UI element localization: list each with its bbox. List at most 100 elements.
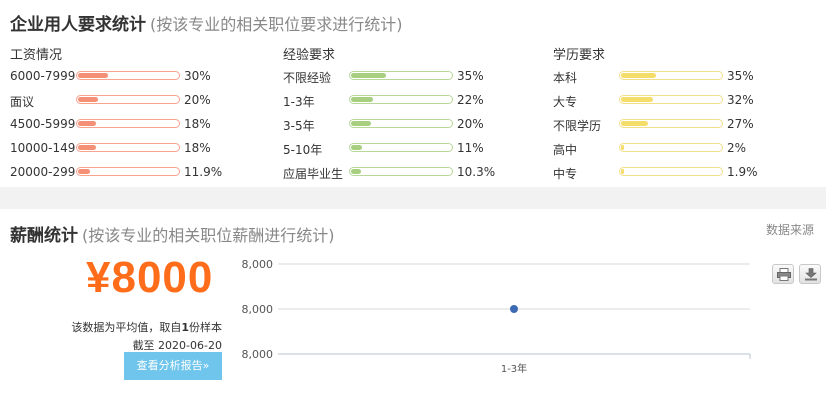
stat-row: 5-10年 11%: [283, 138, 543, 160]
stat-percent: 32%: [727, 93, 754, 107]
salary-subtitle: (按该专业的相关职位薪酬进行统计): [82, 226, 335, 245]
stat-percent: 22%: [457, 93, 484, 107]
sample-count: 1: [181, 321, 189, 334]
progress-fill: [351, 145, 362, 150]
x-tick-label: 1-3年: [501, 362, 527, 375]
stat-percent: 10.3%: [457, 165, 496, 179]
salary-title-text: 薪酬统计: [10, 226, 78, 246]
stat-percent: 35%: [727, 69, 754, 83]
column-heading: 学历要求: [553, 48, 606, 63]
progress-fill: [78, 73, 108, 78]
requirements-subtitle: (按该专业的相关职位要求进行统计): [150, 15, 403, 34]
sample-note: 该数据为平均值，取自1份样本: [71, 319, 222, 335]
stat-label: 中专: [553, 167, 578, 181]
progress-fill: [351, 73, 386, 78]
download-icon: [805, 268, 817, 281]
column-heading: 经验要求: [283, 48, 336, 63]
stat-label: 4500-5999: [10, 117, 76, 131]
column-heading: 工资情况: [10, 48, 63, 63]
salary-chart: 8,000 8,000 8,000 1-3年: [242, 258, 751, 375]
stat-row: 20000-29999 11.9%: [10, 162, 270, 184]
stat-percent: 35%: [457, 69, 484, 83]
stat-row: 不限经验 35%: [283, 66, 543, 88]
stat-row: 大专 32%: [553, 90, 813, 112]
stat-row: 不限学历 27%: [553, 114, 813, 136]
requirements-title-text: 企业用人要求统计: [10, 15, 146, 35]
stat-label: 应届毕业生: [283, 167, 344, 181]
stat-percent: 2%: [727, 141, 747, 155]
progress-track: [76, 95, 180, 104]
progress-fill: [78, 145, 96, 150]
progress-fill: [621, 169, 624, 174]
stat-row: 1-3年 22%: [283, 90, 543, 112]
stat-row: 4500-5999 18%: [10, 114, 270, 136]
stat-row: 中专 1.9%: [553, 162, 813, 184]
progress-fill: [351, 169, 362, 174]
stat-row: 应届毕业生 10.3%: [283, 162, 543, 184]
sample-note-suffix: 份样本: [189, 321, 222, 334]
column-exp: 经验要求不限经验 35% 1-3年 22% 3-5年 20% 5-10年 11% 应届毕业生 10…: [283, 44, 543, 184]
stat-row: 本科 35%: [553, 66, 813, 88]
progress-fill: [621, 97, 653, 102]
salary-title: 薪酬统计 (按该专业的相关职位薪酬进行统计): [10, 221, 335, 246]
stat-percent: 11%: [457, 141, 484, 155]
stat-label: 6000-7999: [10, 69, 76, 83]
progress-fill: [78, 97, 98, 102]
requirements-section: 企业用人要求统计 (按该专业的相关职位要求进行统计) 工资情况 6000-7999 3…: [0, 0, 826, 187]
stat-label: 不限经验: [283, 71, 332, 85]
stat-percent: 27%: [727, 117, 754, 131]
stat-label: 大专: [553, 95, 578, 109]
column-salary: 工资情况 6000-7999 30% 面议 20% 4500-5999 18% 10000-1…: [10, 44, 270, 184]
stat-percent: 18%: [184, 141, 211, 155]
progress-track: [619, 119, 723, 128]
stat-label: 本科: [553, 71, 578, 85]
y-tick-label: 8,000: [242, 348, 274, 361]
stat-percent: 1.9%: [727, 165, 758, 179]
stat-row: 3-5年 20%: [283, 114, 543, 136]
average-salary-value: ¥8000: [86, 253, 214, 302]
progress-track: [349, 119, 453, 128]
progress-track: [76, 71, 180, 80]
progress-fill: [78, 169, 90, 174]
salary-section: 薪酬统计 (按该专业的相关职位薪酬进行统计) 数据来源 ¥8000 该数据为平均值…: [0, 209, 826, 410]
progress-track: [619, 167, 723, 176]
data-point: [510, 305, 518, 313]
progress-fill: [78, 121, 96, 126]
progress-fill: [621, 73, 656, 78]
progress-track: [349, 71, 453, 80]
y-tick-label: 8,000: [242, 303, 274, 316]
progress-track: [619, 95, 723, 104]
stat-percent: 20%: [184, 93, 211, 107]
stat-percent: 11.9%: [184, 165, 223, 179]
stat-label: 1-3年: [283, 95, 315, 109]
stat-label: 20000-29999: [10, 165, 76, 179]
stat-percent: 18%: [184, 117, 211, 131]
stat-percent: 30%: [184, 69, 211, 83]
progress-fill: [351, 97, 373, 102]
progress-track: [76, 167, 180, 176]
download-button[interactable]: [799, 264, 821, 284]
stat-percent: 20%: [457, 117, 484, 131]
y-tick-label: 8,000: [242, 258, 274, 271]
stat-row: 高中 2%: [553, 138, 813, 160]
progress-track: [76, 119, 180, 128]
progress-track: [619, 143, 723, 152]
requirements-title: 企业用人要求统计 (按该专业的相关职位要求进行统计): [10, 10, 403, 35]
stat-row: 10000-14999 18%: [10, 138, 270, 160]
stat-label: 不限学历: [553, 119, 602, 133]
date-note: 截至 2020-06-20: [132, 339, 222, 352]
section-divider: [0, 187, 826, 209]
column-edu: 学历要求本科 35% 大专 32% 不限学历 27% 高中 2% 中专 1.9%: [553, 44, 813, 184]
stat-label: 面议: [10, 95, 35, 109]
stat-row: 面议 20%: [10, 90, 270, 112]
progress-track: [349, 167, 453, 176]
data-source-link[interactable]: 数据来源: [766, 221, 814, 238]
progress-track: [349, 143, 453, 152]
view-report-button[interactable]: 查看分析报告»: [124, 352, 222, 380]
stat-label: 3-5年: [283, 119, 315, 133]
progress-track: [76, 143, 180, 152]
progress-fill: [351, 121, 371, 126]
stat-label: 10000-14999: [10, 141, 76, 155]
stat-label: 高中: [553, 143, 578, 157]
print-button[interactable]: [772, 264, 794, 284]
